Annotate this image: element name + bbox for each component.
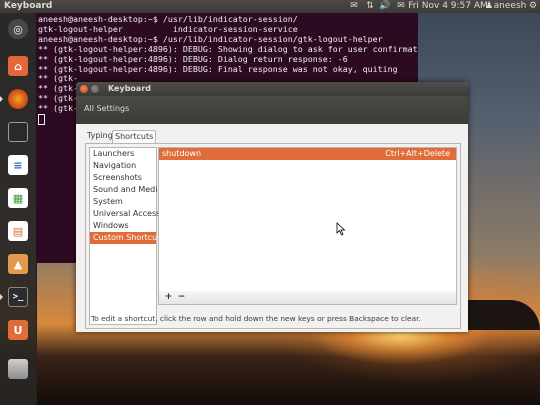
add-shortcut-button[interactable]: + xyxy=(163,292,174,302)
all-settings-button[interactable]: All Settings xyxy=(84,104,129,113)
launcher: ◎ ⌂ ≡ ▦ ▤ ▲ >_ U xyxy=(0,13,37,405)
terminal-icon: >_ xyxy=(8,287,28,307)
home-folder-icon: ⌂ xyxy=(8,56,28,76)
terminal-line: aneesh@aneesh-desktop:~$ /usr/lib/indica… xyxy=(38,14,298,24)
shortcut-row[interactable]: shutdown Ctrl+Alt+Delete xyxy=(159,148,456,160)
shortcut-list-toolbar: + − xyxy=(158,291,457,305)
user-name[interactable]: aneesh xyxy=(494,0,527,13)
launcher-dash[interactable]: ◎ xyxy=(5,16,31,42)
launcher-terminal[interactable]: >_ xyxy=(0,284,31,310)
category-item-universal-access[interactable]: Universal Access xyxy=(90,208,160,220)
writer-icon: ≡ xyxy=(8,155,28,175)
impress-icon: ▤ xyxy=(8,221,28,241)
category-item-system[interactable]: System xyxy=(90,196,156,208)
running-indicator-icon xyxy=(0,96,3,102)
terminal-line: aneesh@aneesh-desktop:~$ /usr/lib/indica… xyxy=(38,33,383,44)
terminal-line: ** (gtk- xyxy=(38,73,78,84)
category-item-sound-and-media[interactable]: Sound and Media xyxy=(90,184,162,196)
category-item-screenshots[interactable]: Screenshots xyxy=(90,172,156,184)
minimize-window-icon[interactable] xyxy=(91,85,99,93)
ubuntu-one-icon: U xyxy=(8,320,28,340)
shortcut-category-list: Launchers Navigation Screenshots Sound a… xyxy=(89,147,164,325)
launcher-firefox[interactable] xyxy=(0,86,31,112)
ubuntu-logo-icon: ◎ xyxy=(8,19,28,39)
active-app-title: Keyboard xyxy=(4,1,53,11)
terminal-line: gtk-logout-helper indicator-session-serv… xyxy=(38,23,298,34)
network-indicator-icon[interactable]: ⇅ xyxy=(364,0,376,13)
category-item-launchers[interactable]: Launchers xyxy=(90,148,156,160)
terminal-line: ** (gtk- xyxy=(38,93,78,104)
launcher-impress[interactable]: ▤ xyxy=(5,218,31,244)
clock[interactable]: Fri Nov 4 9:57 AM xyxy=(408,0,488,13)
mail-indicator-icon[interactable]: ✉ xyxy=(348,0,360,13)
shortcuts-tab-page: Launchers Navigation Screenshots Sound a… xyxy=(85,143,461,329)
firefox-icon xyxy=(8,89,28,109)
session-gear-icon[interactable]: ⚙ xyxy=(528,0,538,13)
trash-icon xyxy=(8,359,28,379)
launcher-calc[interactable]: ▦ xyxy=(5,185,31,211)
shortcut-list: shutdown Ctrl+Alt+Delete xyxy=(158,147,457,292)
terminal-line: ** (gtk- xyxy=(38,83,78,94)
launcher-home-folder[interactable]: ⌂ xyxy=(5,53,31,79)
shortcut-accelerator: Ctrl+Alt+Delete xyxy=(385,149,450,158)
terminal-line: ** (gtk-logout-helper:4896): DEBUG: Show… xyxy=(38,43,418,54)
launcher-workspaces[interactable] xyxy=(5,119,31,145)
launcher-writer[interactable]: ≡ xyxy=(5,152,31,178)
category-item-custom-shortcuts[interactable]: Custom Shortcuts xyxy=(90,232,164,244)
remove-shortcut-button[interactable]: − xyxy=(176,292,187,302)
shortcut-name: shutdown xyxy=(162,149,202,158)
tab-shortcuts[interactable]: Shortcuts xyxy=(112,130,157,144)
window-toolbar: All Settings xyxy=(76,96,468,124)
user-icon: ♟ xyxy=(484,1,494,11)
launcher-ubuntu-one[interactable]: U xyxy=(5,317,31,343)
terminal-cursor xyxy=(38,114,45,126)
window-title: Keyboard xyxy=(108,84,151,93)
window-titlebar[interactable]: Keyboard xyxy=(76,82,468,96)
messaging-indicator-icon[interactable]: ✉ xyxy=(395,0,407,13)
terminal-line: ** (gtk-logout-helper:4896): DEBUG: Dial… xyxy=(38,53,348,64)
keyboard-settings-window: Keyboard All Settings Typing Shortcuts L… xyxy=(76,82,468,332)
running-indicator-icon xyxy=(0,294,3,300)
category-item-navigation[interactable]: Navigation xyxy=(90,160,156,172)
terminal-line: ** (gtk-logout-helper:4896): DEBUG: Fina… xyxy=(38,63,398,74)
launcher-trash[interactable] xyxy=(5,356,31,382)
tab-typing[interactable]: Typing xyxy=(85,130,115,142)
category-item-windows[interactable]: Windows xyxy=(90,220,156,232)
launcher-software-center[interactable]: ▲ xyxy=(5,251,31,277)
software-center-icon: ▲ xyxy=(8,254,28,274)
workspace-switcher-icon xyxy=(8,122,28,142)
terminal-line: ** (gtk- xyxy=(38,103,78,114)
calc-icon: ▦ xyxy=(8,188,28,208)
top-panel: Keyboard ✉ ⇅ 🔊 ✉ Fri Nov 4 9:57 AM ♟ ane… xyxy=(0,0,540,13)
shortcut-hint-text: To edit a shortcut, click the row and ho… xyxy=(91,314,421,323)
mouse-pointer-icon xyxy=(336,222,346,236)
volume-indicator-icon[interactable]: 🔊 xyxy=(379,0,391,13)
close-window-icon[interactable] xyxy=(80,85,88,93)
